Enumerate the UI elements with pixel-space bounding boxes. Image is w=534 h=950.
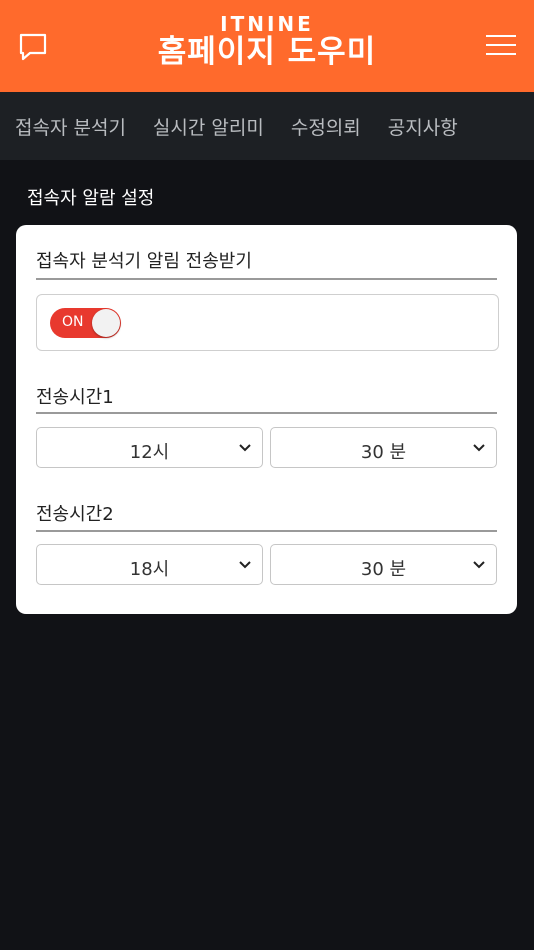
hamburger-menu-icon: [486, 35, 516, 55]
tab-realtime-alert[interactable]: 실시간 알리미: [153, 113, 264, 140]
menu-button[interactable]: [484, 28, 518, 62]
settings-card: 접속자 분석기 알림 전송받기 ON 전송시간1 12시 30 분 전송시간2 …: [16, 225, 517, 614]
toggle-container: ON: [36, 294, 499, 351]
time2-hour-value: 18시: [129, 559, 170, 580]
time1-label: 전송시간1: [36, 387, 114, 408]
time2-hour-select[interactable]: 18시: [36, 544, 263, 585]
divider: [36, 278, 497, 280]
time2-minute-select[interactable]: 30 분: [270, 544, 497, 585]
brand-name: ITNINE: [220, 12, 314, 36]
chevron-down-icon: [239, 444, 251, 452]
time2-label: 전송시간2: [36, 504, 114, 525]
toggle-state-label: ON: [62, 314, 84, 330]
time2-minute-value: 30 분: [360, 559, 407, 580]
tab-notice[interactable]: 공지사항: [388, 113, 458, 140]
section-title: 접속자 알람 설정: [27, 188, 155, 209]
tab-edit-request[interactable]: 수정의뢰: [291, 113, 361, 140]
app-header: ITNINE 홈페이지 도우미: [0, 0, 534, 92]
chevron-down-icon: [473, 561, 485, 569]
app-title: 홈페이지 도우미: [157, 34, 377, 70]
time1-hour-select[interactable]: 12시: [36, 427, 263, 468]
chevron-down-icon: [473, 444, 485, 452]
time1-minute-value: 30 분: [360, 442, 407, 463]
tab-visitor-analyzer[interactable]: 접속자 분석기: [15, 113, 126, 140]
app-logo: ITNINE 홈페이지 도우미: [0, 14, 534, 70]
notify-label: 접속자 분석기 알림 전송받기: [36, 251, 252, 272]
time1-hour-value: 12시: [129, 442, 170, 463]
toggle-knob: [92, 309, 120, 337]
divider: [36, 412, 497, 414]
notify-toggle[interactable]: ON: [50, 308, 121, 338]
chevron-down-icon: [239, 561, 251, 569]
divider: [36, 530, 497, 532]
tab-bar: 접속자 분석기 실시간 알리미 수정의뢰 공지사항: [0, 92, 534, 160]
time1-minute-select[interactable]: 30 분: [270, 427, 497, 468]
